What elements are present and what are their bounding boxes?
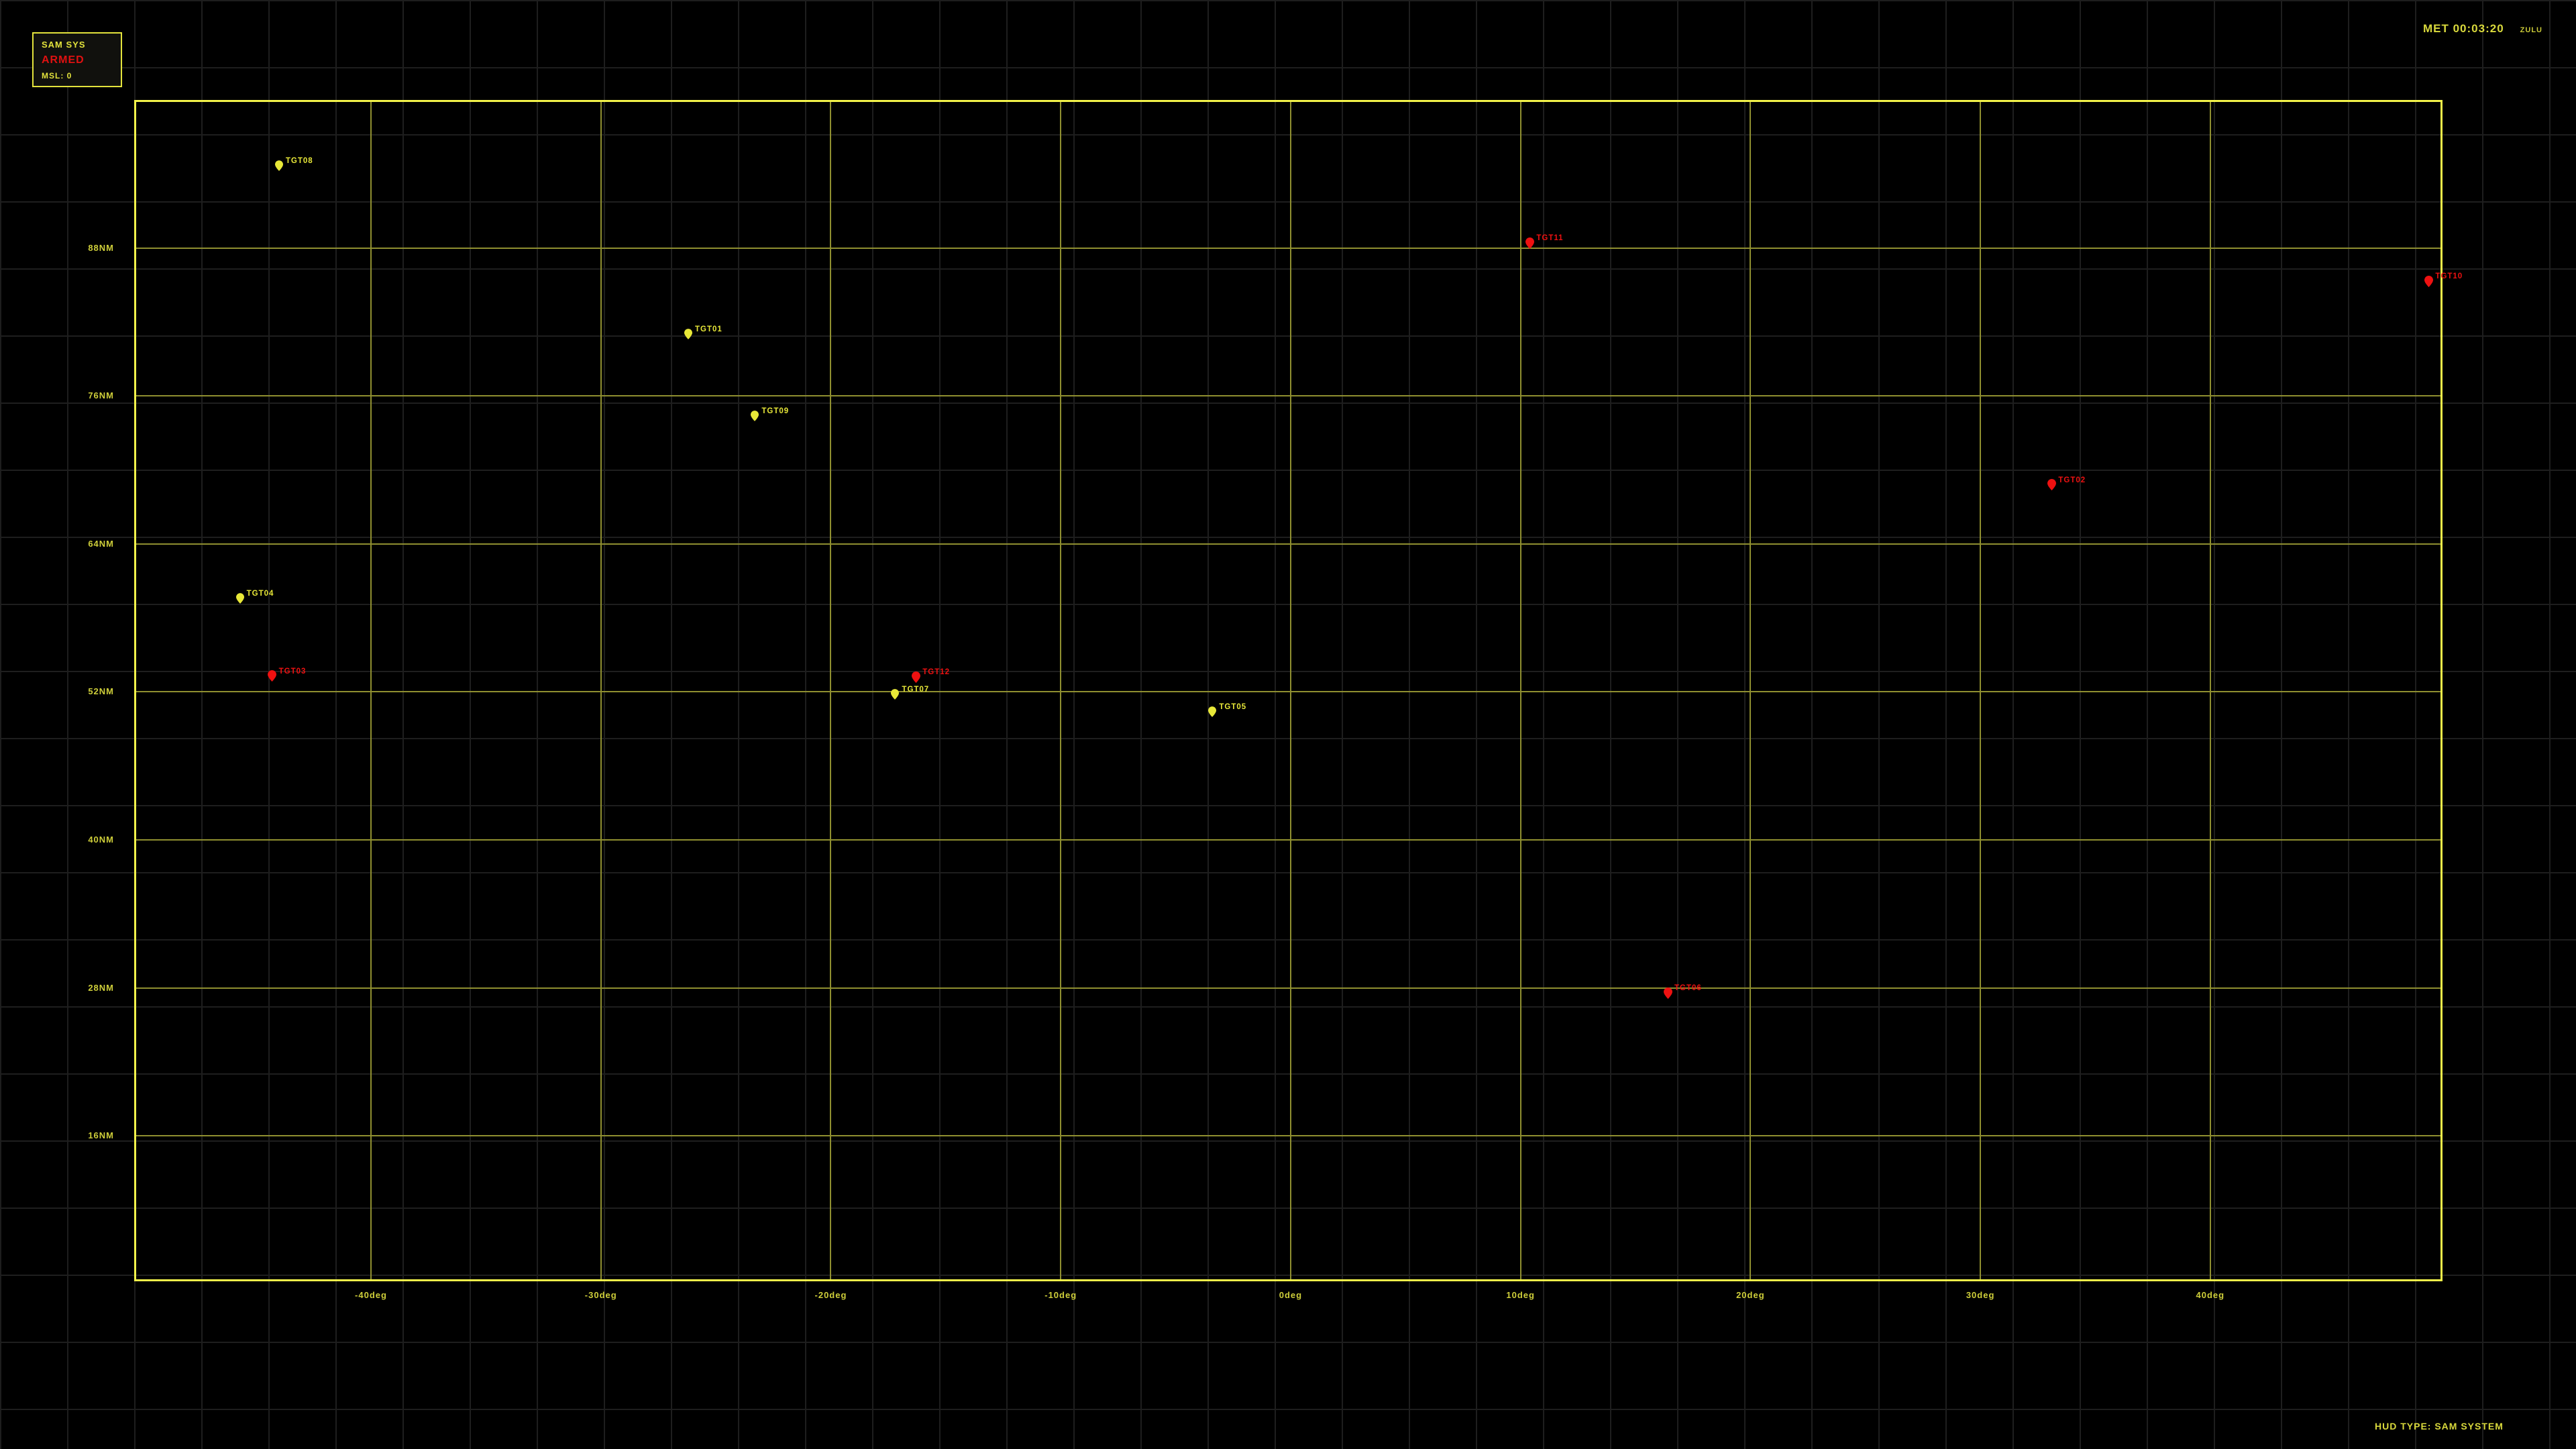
track-pin-icon[interactable] [912,672,920,683]
x-tick-label: 30deg [1933,1290,2027,1300]
track-label: TGT05 [1219,703,1246,711]
grid-hline [136,395,2440,396]
x-tick-label: 0deg [1244,1290,1338,1300]
track-label: TGT11 [1536,234,1563,242]
grid-hline [136,987,2440,989]
track-pin-icon[interactable] [268,670,276,682]
y-tick-label: 40NM [27,835,114,845]
x-tick-label: 40deg [2163,1290,2257,1300]
sam-hud-screen: { "colors": { "hud_yellow": "#d9d93c", "… [0,0,2576,1449]
y-tick-label: 88NM [27,243,114,253]
track-pin-icon[interactable] [275,160,283,171]
grid-hline [136,839,2440,841]
track-pin-icon[interactable] [2047,479,2056,490]
y-tick-label: 52NM [27,686,114,696]
y-tick-label: 28NM [27,983,114,993]
y-tick-label: 64NM [27,539,114,549]
track-pin-icon[interactable] [684,329,692,339]
track-pin-icon[interactable] [751,411,759,421]
x-tick-label: 10deg [1474,1290,1568,1300]
track-pin-icon[interactable] [236,593,244,604]
track-pin-icon[interactable] [1664,987,1672,999]
track-pin-icon[interactable] [1208,706,1216,717]
x-tick-label: 20deg [1703,1290,1797,1300]
track-label: TGT07 [902,686,929,694]
missile-count: MSL: 0 [42,71,113,80]
mission-clock: MET 00:03:20 ZULU [2423,22,2542,36]
track-label: TGT03 [279,667,307,676]
track-label: TGT08 [286,157,313,165]
system-title: SAM SYS [42,40,113,50]
x-tick-label: -10deg [1014,1290,1108,1300]
track-label: TGT12 [922,668,950,676]
zulu-label: ZULU [2520,26,2542,34]
status-panel: SAM SYS ARMED MSL: 0 [32,32,122,87]
x-tick-label: -30deg [554,1290,648,1300]
x-tick-label: -20deg [784,1290,877,1300]
hud-type-label: HUD TYPE: SAM SYSTEM [2375,1421,2504,1432]
met-time: MET 00:03:20 [2423,22,2504,36]
x-tick-label: -40deg [324,1290,418,1300]
track-label: TGT01 [695,325,722,333]
track-pin-icon[interactable] [2424,276,2433,287]
track-pin-icon[interactable] [891,689,899,700]
y-tick-label: 16NM [27,1130,114,1140]
grid-hline [136,248,2440,249]
track-label: TGT04 [247,590,274,598]
grid-hline [136,1135,2440,1136]
track-label: TGT02 [2058,476,2086,484]
track-label: TGT06 [1674,984,1702,992]
armed-status: ARMED [42,54,113,66]
track-pin-icon[interactable] [1525,237,1534,249]
y-tick-label: 76NM [27,390,114,400]
grid-hline [136,543,2440,545]
track-label: TGT09 [761,407,789,415]
grid-hline [136,691,2440,692]
radar-plot [134,100,2443,1281]
track-label: TGT10 [2435,272,2463,280]
